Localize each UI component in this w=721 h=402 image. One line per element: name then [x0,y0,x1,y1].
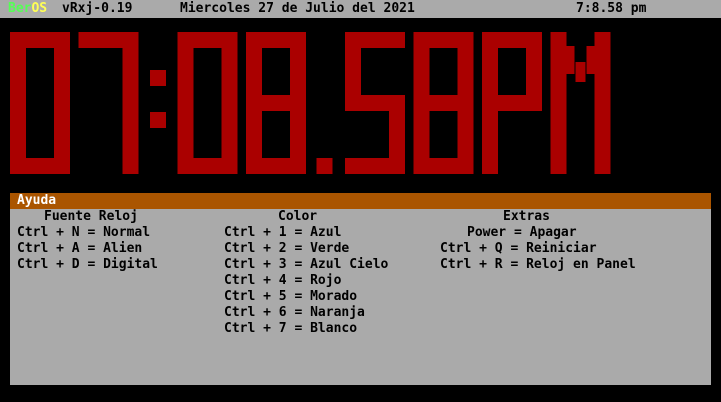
shortcut-row: Ctrl + 7 = Blanco [224,321,358,336]
clock-char-4 [246,32,306,174]
big-clock-display [0,20,721,190]
top-status-bar: BerOS vRxj-0.19 Miercoles 27 de Julio de… [0,0,721,18]
clock-char-8 [482,32,542,174]
shortcut-row: Ctrl + Q = Reiniciar [440,241,597,256]
shortcut-row: Ctrl + 5 = Morado [224,289,358,304]
clock-char-9 [550,32,611,174]
help-column-extras: Extras Power = Apagar Ctrl + Q = Reinici… [440,209,700,273]
big-clock-svg [10,32,611,174]
shortcut-row: Ctrl + 3 = Azul Cielo [224,257,389,272]
shortcut-row: Ctrl + 6 = Naranja [224,305,365,320]
help-panel-title: Ayuda [10,193,711,209]
shortcut-row: Ctrl + D = Digital [17,257,158,272]
shortcut-row: Ctrl + 1 = Azul [224,225,342,240]
clock-char-1 [78,32,139,174]
shortcut-row: Ctrl + A = Alien [17,241,143,256]
clock-char-7 [413,32,474,174]
os-name-part-2: OS [31,1,48,16]
help-panel: Ayuda Fuente Reloj Ctrl + N = Normal Ctr… [10,193,711,385]
clock-char-0 [10,32,70,174]
shortcut-row: Power = Apagar [467,225,577,240]
shortcut-row: Ctrl + N = Normal [17,225,151,240]
column-header: Fuente Reloj [44,209,138,224]
clock-char-2 [150,70,166,128]
column-header: Color [278,209,318,224]
clock-char-3 [177,32,238,174]
shortcut-row: Ctrl + 2 = Verde [224,241,350,256]
os-name-part-1: Ber [8,1,32,16]
help-column-font: Fuente Reloj Ctrl + N = Normal Ctrl + A … [17,209,217,273]
shortcut-row: Ctrl + R = Reloj en Panel [440,257,636,272]
os-version: vRxj-0.19 [62,1,133,16]
column-header: Extras [503,209,550,224]
clock-char-5 [316,158,333,174]
shortcut-row: Ctrl + 4 = Rojo [224,273,342,288]
clock-char-6 [345,32,405,174]
help-column-color: Color Ctrl + 1 = Azul Ctrl + 2 = Verde C… [224,209,434,337]
current-time: 7:8.58 pm [576,1,647,16]
os-name: BerOS [8,0,47,18]
current-date: Miercoles 27 de Julio del 2021 [180,1,415,16]
